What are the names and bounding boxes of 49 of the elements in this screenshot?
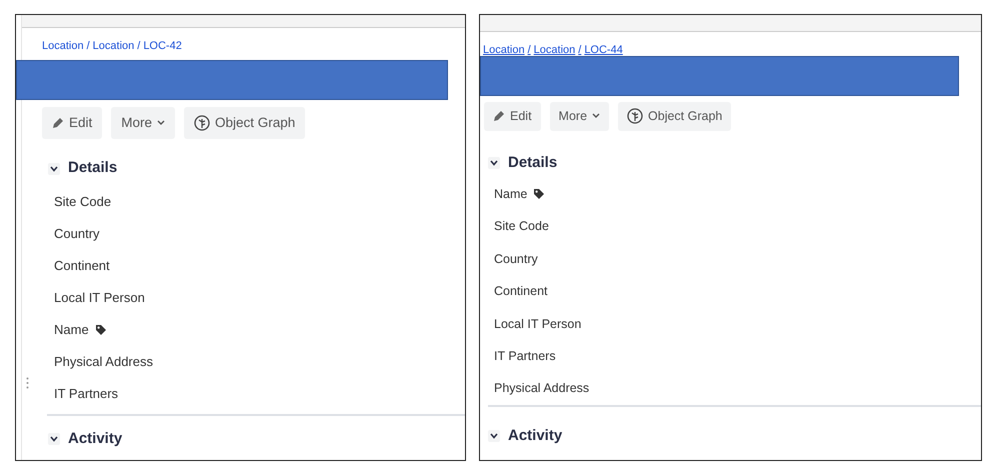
object-graph-button[interactable]: Object Graph: [184, 107, 306, 140]
chevron-down-icon: [50, 166, 58, 172]
edit-button[interactable]: Edit: [42, 107, 102, 140]
more-dropdown-button[interactable]: More: [111, 107, 176, 140]
drag-handle-icon: [26, 377, 29, 389]
graph-icon: [627, 108, 644, 124]
chevron-down-icon: [50, 436, 58, 442]
edit-button[interactable]: Edit: [484, 102, 541, 131]
chevron-down-icon: [490, 433, 498, 440]
pencil-icon: [52, 117, 64, 130]
field-label: Name: [54, 321, 89, 339]
breadcrumb-separator: /: [86, 39, 90, 54]
field-label: Name: [494, 186, 528, 204]
field-label: Local IT Person: [54, 289, 145, 307]
collapse-toggle[interactable]: [488, 157, 500, 169]
breadcrumb-link[interactable]: Location: [42, 38, 84, 60]
field-label: Country: [494, 250, 538, 268]
breadcrumb-separator: /: [137, 39, 140, 54]
field-label: Continent: [494, 283, 548, 300]
collapse-toggle[interactable]: [48, 433, 60, 445]
field-label: Site Code: [494, 218, 549, 236]
breadcrumb-link[interactable]: Location: [92, 38, 134, 60]
breadcrumb-link[interactable]: Location: [534, 42, 576, 56]
collapse-toggle[interactable]: [48, 162, 60, 174]
section-title: Activity: [68, 428, 122, 449]
section-title: Activity: [508, 426, 562, 446]
chevron-down-icon: [490, 160, 498, 166]
field-label: IT Partners: [54, 385, 118, 403]
field-label: Local IT Person: [494, 316, 582, 333]
pencil-icon: [493, 110, 505, 122]
breadcrumb-separator: /: [578, 43, 582, 56]
field-label: Physical Address: [54, 353, 153, 371]
field-label: Physical Address: [494, 380, 590, 398]
object-graph-button[interactable]: Object Graph: [618, 102, 732, 131]
more-dropdown-button[interactable]: More: [550, 102, 610, 131]
field-label: Continent: [54, 257, 110, 275]
breadcrumb-link[interactable]: LOC-44: [584, 42, 623, 56]
section-title: Details: [68, 158, 118, 178]
collapse-toggle[interactable]: [488, 430, 500, 442]
field-label: Site Code: [54, 193, 112, 211]
breadcrumb-link[interactable]: LOC-42: [143, 38, 182, 60]
breadcrumb-separator: /: [528, 43, 531, 56]
graph-icon: [194, 115, 210, 132]
field-label: Country: [54, 225, 100, 243]
field-label: IT Partners: [494, 348, 556, 366]
breadcrumb-link[interactable]: Location: [483, 42, 525, 56]
caret-icon: [157, 120, 166, 126]
caret-icon: [592, 113, 600, 120]
section-title: Details: [508, 152, 558, 173]
